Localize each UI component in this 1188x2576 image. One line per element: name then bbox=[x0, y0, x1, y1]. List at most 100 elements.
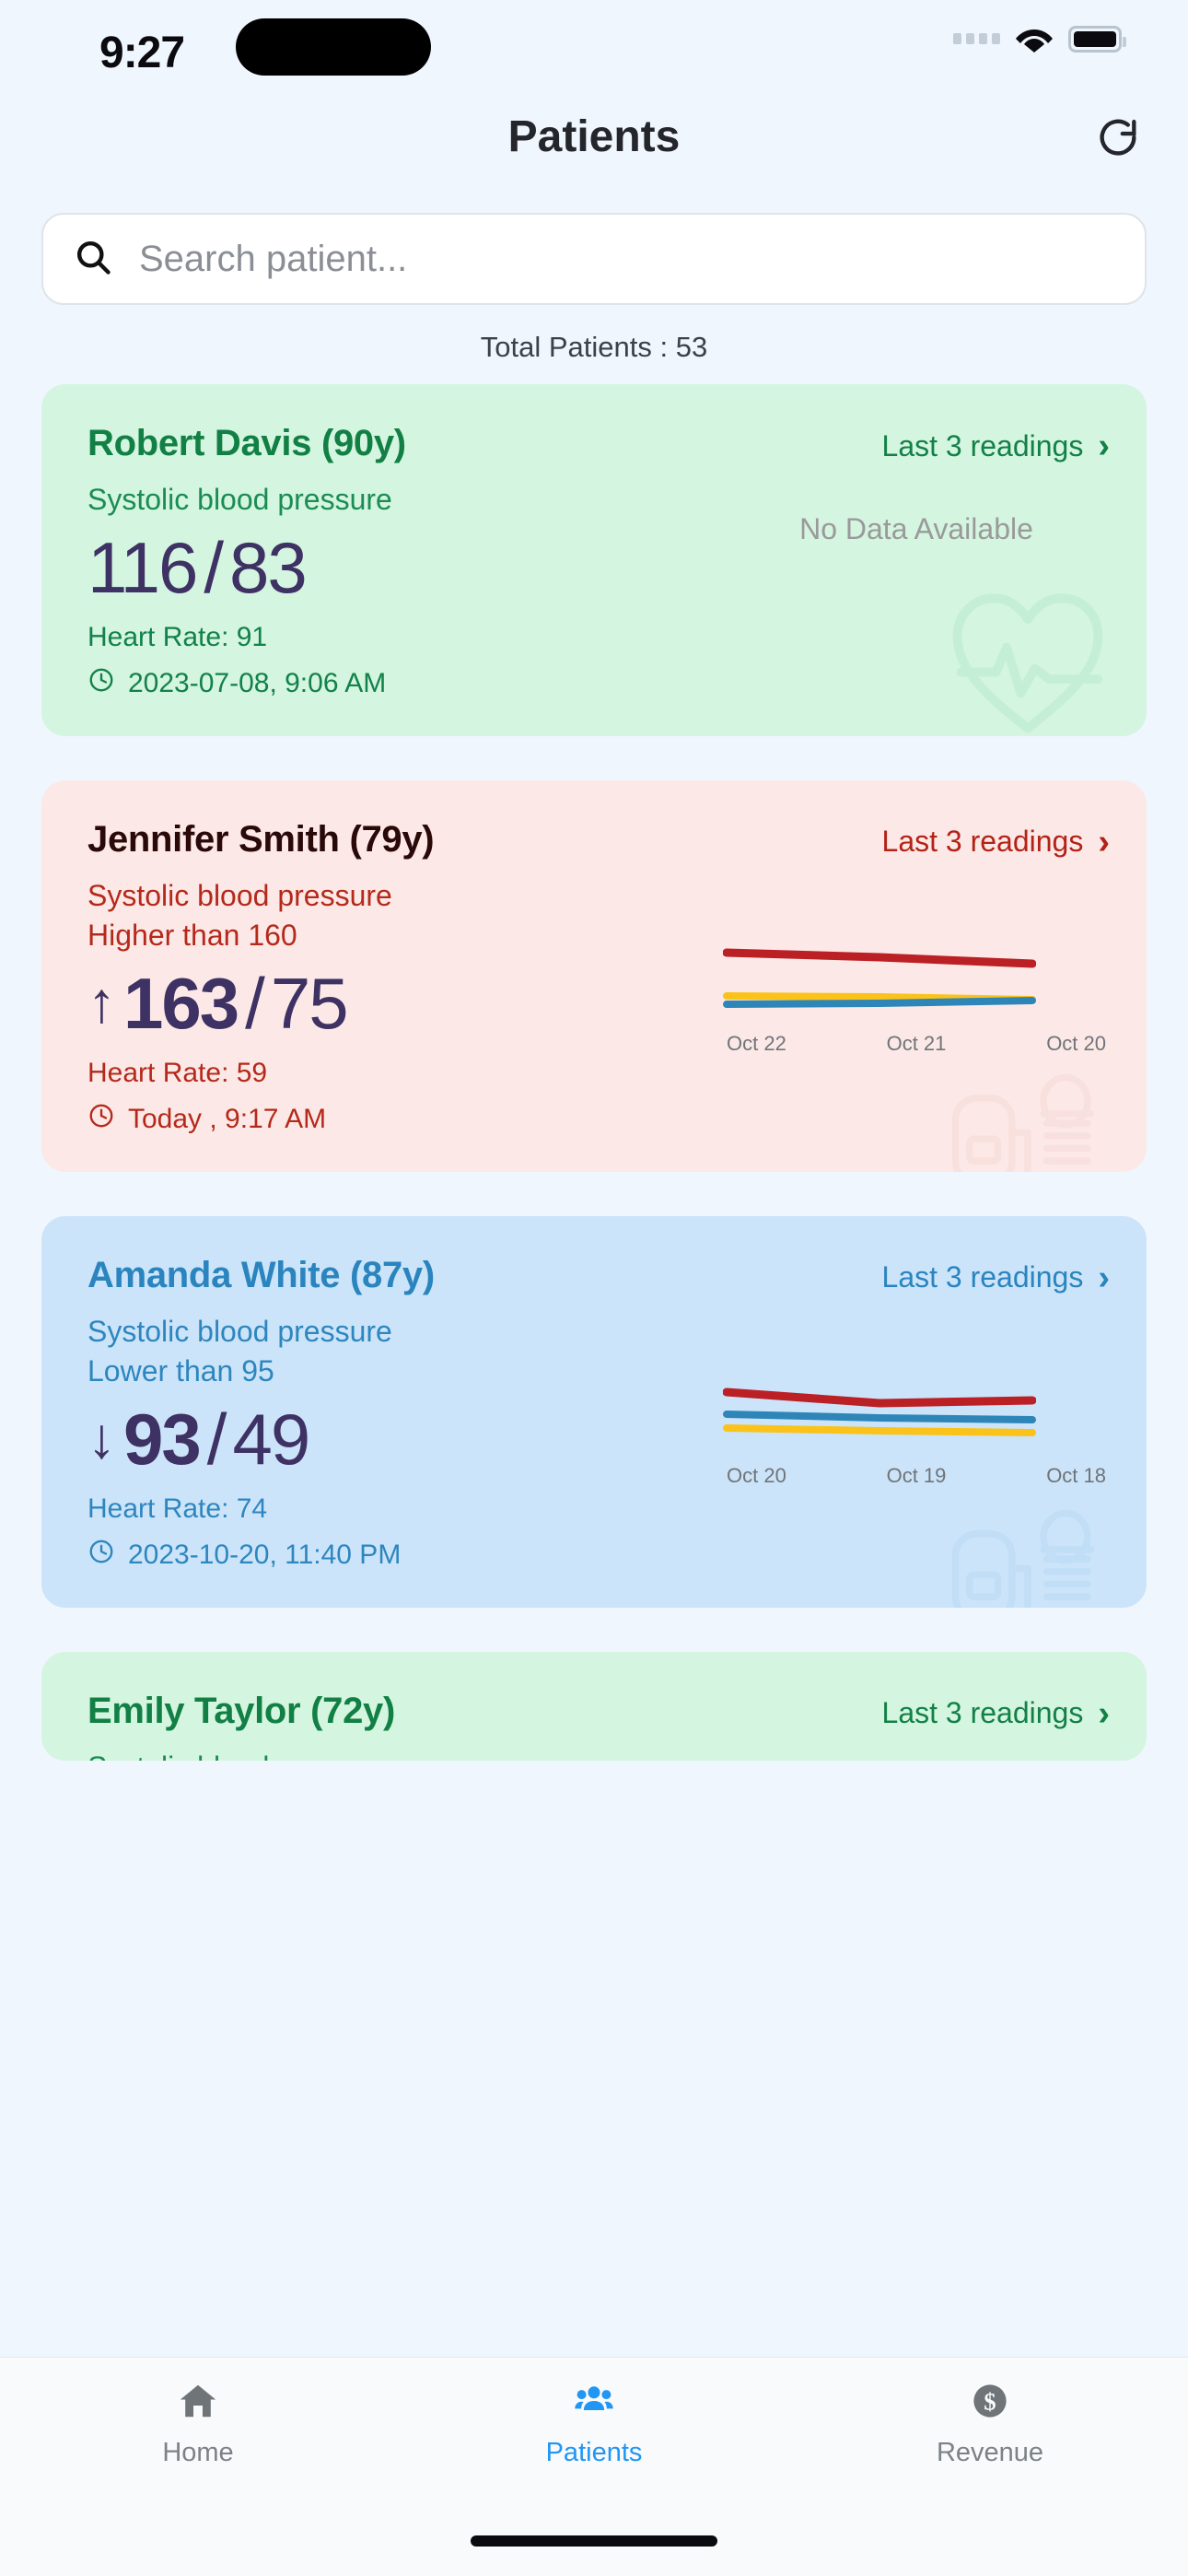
last-readings-label: Last 3 readings bbox=[881, 428, 1084, 463]
bp-value: ↓ 93 / 49 bbox=[87, 1403, 401, 1475]
heart-rate-label: Heart Rate: 74 bbox=[87, 1493, 268, 1524]
last-readings-label: Last 3 readings bbox=[881, 825, 1084, 859]
search-placeholder: Search patient... bbox=[139, 238, 408, 279]
metric-label: Systolic blood pressure bbox=[87, 1314, 392, 1348]
signal-dots-icon bbox=[953, 33, 1000, 44]
total-patients-label: Total Patients : 53 bbox=[480, 331, 708, 363]
bp-separator: / bbox=[206, 1398, 227, 1480]
series-systolic bbox=[723, 948, 1036, 968]
chart-area: No Data Available bbox=[723, 464, 1110, 733]
patient-card[interactable]: Robert Davis (90y) Last 3 readings › Sys… bbox=[41, 384, 1147, 736]
timestamp-value: 2023-07-08, 9:06 AM bbox=[128, 667, 387, 698]
search-icon bbox=[73, 237, 113, 282]
patient-name: Jennifer Smith (79y) bbox=[87, 818, 435, 860]
chevron-right-icon: › bbox=[1098, 1258, 1110, 1297]
status-bar: 9:27 bbox=[0, 0, 1188, 106]
x-tick-label: Oct 20 bbox=[1046, 1031, 1106, 1055]
nav-item-patients[interactable]: Patients bbox=[396, 2380, 792, 2487]
chart-svg bbox=[723, 948, 1036, 1008]
chart-svg bbox=[723, 1388, 1036, 1436]
chart-area[interactable]: Oct 22 Oct 21 Oct 20 bbox=[723, 861, 1110, 1172]
nav-label-home: Home bbox=[162, 2438, 234, 2467]
timestamp-row: Today , 9:17 AM bbox=[87, 1102, 392, 1137]
nav-label-patients: Patients bbox=[545, 2438, 643, 2467]
patient-list: Robert Davis (90y) Last 3 readings › Sys… bbox=[0, 384, 1188, 1761]
svg-text:$: $ bbox=[984, 2388, 996, 2416]
home-icon bbox=[177, 2380, 219, 2427]
status-bar-time: 9:27 bbox=[99, 29, 185, 77]
series-diastolic bbox=[723, 1423, 1036, 1436]
metric-label: Systolic blood pressure bbox=[87, 1749, 1110, 1761]
trend-up-icon: ↑ bbox=[87, 970, 116, 1035]
diastolic-value: 75 bbox=[270, 962, 349, 1044]
chart-x-labels: Oct 20 Oct 19 Oct 18 bbox=[723, 1464, 1110, 1488]
dollar-coin-icon: $ bbox=[969, 2380, 1011, 2427]
search-input[interactable]: Search patient... bbox=[41, 213, 1147, 305]
bp-value: ↑ 163 / 75 bbox=[87, 967, 392, 1039]
systolic-value: 116 bbox=[87, 526, 198, 608]
patient-name: Amanda White (87y) bbox=[87, 1254, 435, 1295]
last-readings-link[interactable]: Last 3 readings › bbox=[882, 428, 1110, 463]
nav-item-home[interactable]: Home bbox=[0, 2380, 396, 2487]
clock-icon bbox=[87, 1538, 115, 1573]
no-data-label: No Data Available bbox=[799, 512, 1033, 545]
heart-rate-label: Heart Rate: 91 bbox=[87, 621, 268, 652]
clock-icon bbox=[87, 666, 115, 701]
last-readings-link[interactable]: Last 3 readings › bbox=[882, 825, 1110, 860]
timestamp-value: Today , 9:17 AM bbox=[128, 1103, 327, 1134]
people-icon bbox=[573, 2380, 615, 2427]
last-readings-label: Last 3 readings bbox=[881, 1696, 1084, 1730]
x-tick-label: Oct 20 bbox=[727, 1463, 786, 1487]
patient-card[interactable]: Emily Taylor (72y) Last 3 readings › Sys… bbox=[41, 1651, 1147, 1761]
systolic-value: 163 bbox=[123, 962, 239, 1044]
last-readings-link[interactable]: Last 3 readings › bbox=[882, 1260, 1110, 1295]
diastolic-value: 83 bbox=[229, 526, 308, 608]
dynamic-island bbox=[236, 18, 431, 76]
page-title: Patients bbox=[507, 112, 681, 161]
metric-label: Systolic blood pressure bbox=[87, 878, 392, 912]
threshold-label: Higher than 160 bbox=[87, 918, 297, 952]
timestamp-value: 2023-10-20, 11:40 PM bbox=[128, 1539, 402, 1570]
chevron-right-icon: › bbox=[1098, 822, 1110, 861]
last-readings-link[interactable]: Last 3 readings › bbox=[882, 1696, 1110, 1731]
readings-line-chart: Oct 20 Oct 19 Oct 18 bbox=[723, 1385, 1110, 1488]
x-tick-label: Oct 19 bbox=[886, 1463, 947, 1487]
series-heartrate bbox=[723, 996, 1036, 1008]
bottom-navigation: Home Patients $ Revenue bbox=[0, 2357, 1188, 2576]
metric-label: Systolic blood pressure bbox=[87, 483, 392, 516]
app-header: Patients bbox=[0, 106, 1188, 189]
trend-down-icon: ↓ bbox=[87, 1406, 116, 1470]
series-heartrate bbox=[723, 1410, 1036, 1423]
bp-monitor-icon bbox=[944, 1070, 1112, 1172]
home-indicator bbox=[471, 2535, 717, 2547]
patient-name: Emily Taylor (72y) bbox=[87, 1690, 395, 1731]
patient-name: Robert Davis (90y) bbox=[87, 423, 406, 463]
x-tick-label: Oct 21 bbox=[886, 1031, 947, 1055]
clock-icon bbox=[87, 1102, 115, 1137]
bp-separator: / bbox=[245, 962, 265, 1044]
refresh-icon[interactable] bbox=[1092, 111, 1144, 163]
bp-value: 116 / 83 bbox=[87, 532, 392, 603]
chevron-right-icon: › bbox=[1098, 427, 1110, 465]
patient-card[interactable]: Amanda White (87y) Last 3 readings › Sys… bbox=[41, 1215, 1147, 1608]
wifi-icon bbox=[1015, 24, 1054, 53]
bp-monitor-icon bbox=[944, 1505, 1112, 1608]
timestamp-row: 2023-07-08, 9:06 AM bbox=[87, 666, 392, 701]
series-systolic bbox=[723, 1388, 1036, 1408]
chart-x-labels: Oct 22 Oct 21 Oct 20 bbox=[723, 1032, 1110, 1056]
last-readings-label: Last 3 readings bbox=[881, 1260, 1084, 1294]
diastolic-value: 49 bbox=[232, 1398, 310, 1480]
chart-area[interactable]: Oct 20 Oct 19 Oct 18 bbox=[723, 1296, 1110, 1608]
nav-label-revenue: Revenue bbox=[936, 2438, 1044, 2467]
timestamp-row: 2023-10-20, 11:40 PM bbox=[87, 1538, 401, 1573]
threshold-label: Lower than 95 bbox=[87, 1353, 274, 1388]
status-bar-indicators bbox=[953, 24, 1126, 53]
search-section: Search patient... bbox=[0, 189, 1188, 305]
nav-item-revenue[interactable]: $ Revenue bbox=[792, 2380, 1188, 2487]
heart-pulse-icon bbox=[942, 584, 1113, 736]
bp-separator: / bbox=[204, 526, 224, 608]
patient-card[interactable]: Jennifer Smith (79y) Last 3 readings › S… bbox=[41, 779, 1147, 1172]
x-tick-label: Oct 18 bbox=[1046, 1463, 1106, 1487]
heart-rate-label: Heart Rate: 59 bbox=[87, 1057, 268, 1088]
x-tick-label: Oct 22 bbox=[727, 1031, 786, 1055]
